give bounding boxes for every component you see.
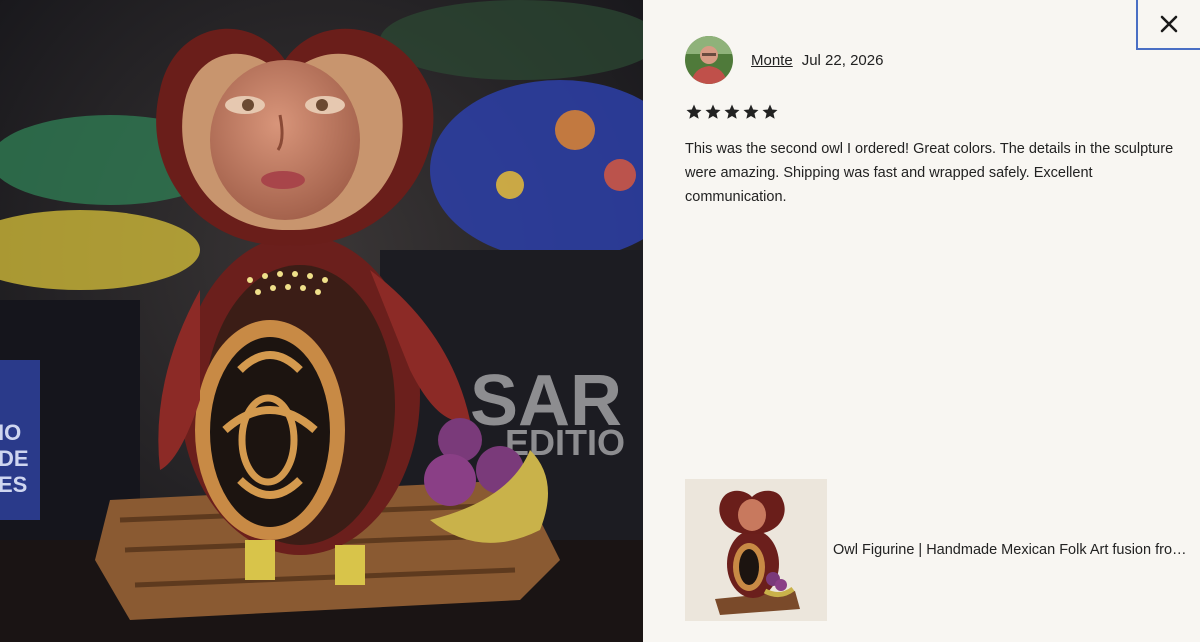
star-icon bbox=[724, 104, 740, 119]
review-photo: IO DE ES SAR EDITIO bbox=[0, 0, 643, 642]
avatar[interactable] bbox=[685, 36, 733, 84]
star-icon bbox=[743, 104, 759, 119]
reviewer-avatar-image bbox=[685, 36, 733, 84]
product-thumbnail[interactable] bbox=[685, 479, 827, 621]
box-small-text: EDITIO bbox=[505, 422, 625, 463]
box-side-text: ES bbox=[0, 472, 27, 497]
owl-figurine-photo: IO DE ES SAR EDITIO bbox=[0, 0, 643, 642]
review-text: This was the second owl I ordered! Great… bbox=[685, 141, 1174, 205]
reviewer-info: Monte Jul 22, 2026 bbox=[685, 36, 883, 84]
star-icon bbox=[705, 104, 721, 119]
star-icon bbox=[762, 104, 778, 119]
close-button[interactable] bbox=[1136, 0, 1200, 50]
star-icon bbox=[686, 104, 702, 119]
box-side-text: IO bbox=[0, 420, 21, 445]
product-title[interactable]: Owl Figurine | Handmade Mexican Folk Art… bbox=[833, 542, 1193, 558]
star-rating bbox=[685, 103, 779, 121]
reviewer-name[interactable]: Monte bbox=[751, 52, 793, 69]
product-link[interactable]: Owl Figurine | Handmade Mexican Folk Art… bbox=[685, 479, 1193, 621]
review-date: Jul 22, 2026 bbox=[801, 51, 884, 69]
close-icon bbox=[1160, 15, 1178, 33]
box-side-text: DE bbox=[0, 446, 29, 471]
product-thumbnail-image bbox=[685, 479, 827, 621]
review-panel: Monte Jul 22, 2026 This was the second o… bbox=[643, 0, 1200, 642]
